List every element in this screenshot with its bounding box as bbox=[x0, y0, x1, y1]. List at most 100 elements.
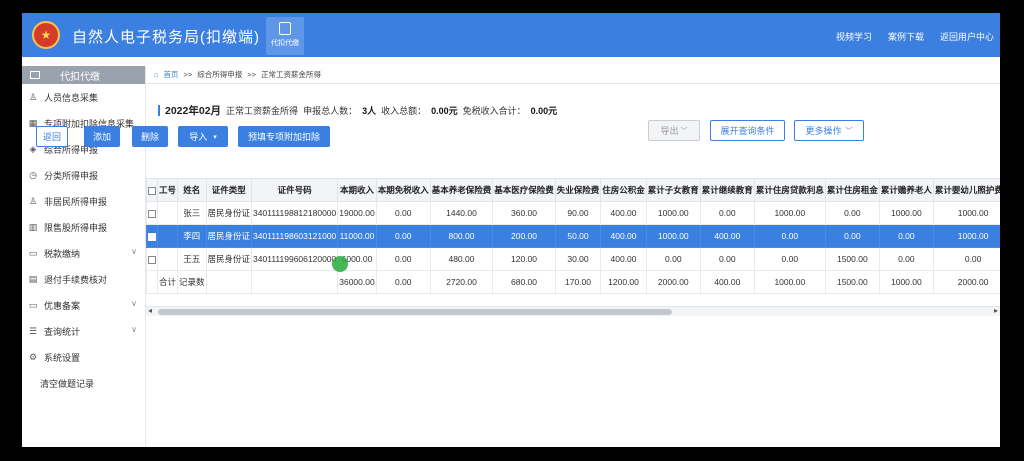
scroll-left-icon[interactable]: ◂ bbox=[148, 306, 152, 315]
table-cell: 200.00 bbox=[492, 224, 556, 248]
row-checkbox-cell[interactable] bbox=[146, 201, 158, 225]
total-cell: 合计 bbox=[156, 270, 179, 294]
income-label: 收入总额： bbox=[381, 106, 427, 116]
column-header[interactable]: 累计继续教育 bbox=[699, 178, 755, 202]
sidebar-item-7[interactable]: ▤ 退付手续费核对 bbox=[22, 266, 145, 292]
module-tab-label: 代扣代缴 bbox=[271, 40, 299, 47]
export-dropdown-button[interactable]: 导出 ﹀ bbox=[648, 120, 700, 141]
link-video-learning[interactable]: 视频学习 bbox=[836, 30, 872, 43]
table-cell: 50.00 bbox=[554, 224, 602, 248]
breadcrumb-level1[interactable]: 综合所得申报 bbox=[197, 69, 242, 80]
column-header[interactable]: 本期收入 bbox=[337, 178, 377, 202]
sidebar-item-4[interactable]: ♙ 非居民所得申报 bbox=[22, 188, 145, 214]
row-checkbox-cell[interactable] bbox=[146, 247, 158, 271]
chevron-down-icon: ﹀ bbox=[845, 127, 853, 135]
total-cell: 记录数 bbox=[177, 270, 207, 294]
column-header[interactable]: 工号 bbox=[156, 178, 179, 202]
column-header[interactable]: 证件类型 bbox=[205, 178, 253, 202]
sidebar-item-5[interactable]: ▥ 限售股所得申报 bbox=[22, 214, 145, 240]
sidebar-item-label: 系统设置 bbox=[44, 352, 81, 363]
table-cell: 张三 bbox=[177, 201, 207, 225]
column-header[interactable]: 本期免税收入 bbox=[375, 178, 431, 202]
table-cell: 居民身份证 bbox=[205, 247, 253, 271]
column-header[interactable]: 累计住房贷款利息 bbox=[753, 178, 826, 202]
import-dropdown-button[interactable]: 导入 ▾ bbox=[178, 126, 228, 147]
row-checkbox-cell[interactable] bbox=[146, 224, 158, 248]
table-cell: 1000.00 bbox=[645, 224, 701, 248]
expand-query-button[interactable]: 展开查询条件 bbox=[710, 120, 785, 141]
sidebar-item-0[interactable]: ♙ 人员信息采集 bbox=[22, 84, 145, 110]
clock-icon: ◷ bbox=[29, 169, 37, 180]
table-cell: 400.00 bbox=[699, 224, 755, 248]
select-all-checkbox-cell[interactable] bbox=[146, 178, 158, 202]
table-cell: 0.00 bbox=[375, 224, 431, 248]
back-button[interactable]: 返回 bbox=[36, 126, 68, 147]
sidebar-item-3[interactable]: ◷ 分类所得申报 bbox=[22, 162, 145, 188]
wallet-icon bbox=[279, 22, 291, 35]
column-header[interactable]: 住房公积金 bbox=[600, 178, 647, 202]
module-tab-withholding[interactable]: 代扣代缴 bbox=[266, 17, 304, 55]
doc-icon: ▤ bbox=[28, 273, 38, 284]
more-operations-button[interactable]: 更多操作 ﹀ bbox=[794, 120, 864, 141]
row-checkbox[interactable] bbox=[148, 209, 156, 218]
sidebar-item-6[interactable]: ▭ 税款缴纳 ∨ bbox=[22, 240, 145, 266]
sidebar-item-8[interactable]: ▭ 优惠备案 ∨ bbox=[22, 292, 145, 318]
table-cell: 400.00 bbox=[600, 247, 647, 271]
add-button[interactable]: 添加 bbox=[84, 126, 120, 147]
column-header[interactable]: 累计住房租金 bbox=[824, 178, 880, 202]
total-cell: 2000.00 bbox=[932, 270, 1000, 294]
horizontal-scrollbar[interactable]: ◂ ▸ bbox=[146, 306, 1000, 316]
table-row[interactable]: 张三 居民身份证 340111198812180000 19000.00 0.00 144… bbox=[146, 201, 1000, 225]
chevron-down-icon: ∨ bbox=[131, 247, 137, 256]
sidebar-item-10[interactable]: ⚙ 系统设置 bbox=[22, 344, 145, 370]
total-cell: 170.00 bbox=[554, 270, 602, 294]
breadcrumb-home[interactable]: 首页 bbox=[164, 69, 179, 80]
column-header[interactable]: 证件号码 bbox=[251, 178, 339, 202]
table-row[interactable]: 王五 居民身份证 340111199606120000 6000.00 0.00 480.… bbox=[146, 247, 1000, 271]
screen-icon bbox=[30, 71, 40, 79]
table-row[interactable]: 李四 居民身份证 340111198603121000 11000.00 0.00 800… bbox=[146, 224, 1000, 248]
table-cell: 340111199606120000 bbox=[251, 247, 339, 271]
folder-icon: ▭ bbox=[28, 299, 38, 310]
total-cell: 400.00 bbox=[699, 270, 755, 294]
chevron-down-icon: ∨ bbox=[131, 325, 137, 334]
column-header[interactable]: 累计赡养老人 bbox=[878, 178, 934, 202]
top-bar: ★ 自然人电子税务局(扣缴端) 代扣代缴 视频学习 案例下载 返回用户中心 bbox=[22, 13, 1000, 57]
delete-button[interactable]: 删除 bbox=[132, 126, 168, 147]
link-case-download[interactable]: 案例下载 bbox=[888, 30, 924, 43]
column-header[interactable]: 累计婴幼儿照护费用 bbox=[932, 178, 1000, 202]
sidebar-item-9[interactable]: ☰ 查询统计 ∨ bbox=[22, 318, 145, 344]
sidebar: 代扣代缴 ♙ 人员信息采集 ▦ 专项附加扣除信息采集 ◈ 综合所得申报 ◷ 分类所得申报 ♙ 非居… bbox=[22, 66, 146, 447]
table-cell: 0.00 bbox=[878, 247, 934, 271]
table-cell: 1000.00 bbox=[932, 224, 1000, 248]
column-header[interactable]: 姓名 bbox=[177, 178, 207, 202]
column-header[interactable]: 失业保险费 bbox=[554, 178, 602, 202]
accent-bar bbox=[158, 105, 160, 116]
column-header[interactable]: 基本养老保险费 bbox=[429, 178, 494, 202]
sidebar-item-11[interactable]: 清空做题记录 bbox=[22, 370, 145, 396]
table-cell: 0.00 bbox=[375, 201, 431, 225]
total-row: 合计 记录数 36000.00 0.00 2720.00 680.00 170.00 1200… bbox=[146, 270, 1000, 294]
table-cell: 0.00 bbox=[824, 224, 880, 248]
sidebar-head[interactable]: 代扣代缴 bbox=[22, 66, 145, 84]
table-cell: 李四 bbox=[177, 224, 207, 248]
table-cell: 800.00 bbox=[429, 224, 494, 248]
table-cell: 1500.00 bbox=[824, 247, 880, 271]
sidebar-item-label: 限售股所得申报 bbox=[44, 222, 108, 233]
select-all-checkbox[interactable] bbox=[148, 186, 156, 195]
scroll-right-icon[interactable]: ▸ bbox=[994, 306, 998, 315]
link-user-center[interactable]: 返回用户中心 bbox=[940, 30, 994, 43]
scrollbar-thumb[interactable] bbox=[158, 309, 672, 315]
table-cell: 120.00 bbox=[492, 247, 556, 271]
column-header[interactable]: 基本医疗保险费 bbox=[492, 178, 556, 202]
more-operations-label: 更多操作 bbox=[805, 126, 842, 136]
row-checkbox[interactable] bbox=[148, 255, 156, 264]
prefill-special-deduction-button[interactable]: 预填专项附加扣除 bbox=[238, 126, 330, 147]
declaration-table: 工号 姓名 证件类型 证件号码 本期收入 本期免税收入 基本养老保险费 基本医疗保险费 失业保险… bbox=[146, 178, 1000, 318]
row-checkbox[interactable] bbox=[148, 232, 156, 241]
total-cell: 0.00 bbox=[375, 270, 431, 294]
table-cell: 0.00 bbox=[753, 224, 826, 248]
total-cell: 1200.00 bbox=[600, 270, 647, 294]
column-header[interactable]: 累计子女教育 bbox=[645, 178, 701, 202]
chevron-down-icon: ﹀ bbox=[680, 127, 688, 135]
